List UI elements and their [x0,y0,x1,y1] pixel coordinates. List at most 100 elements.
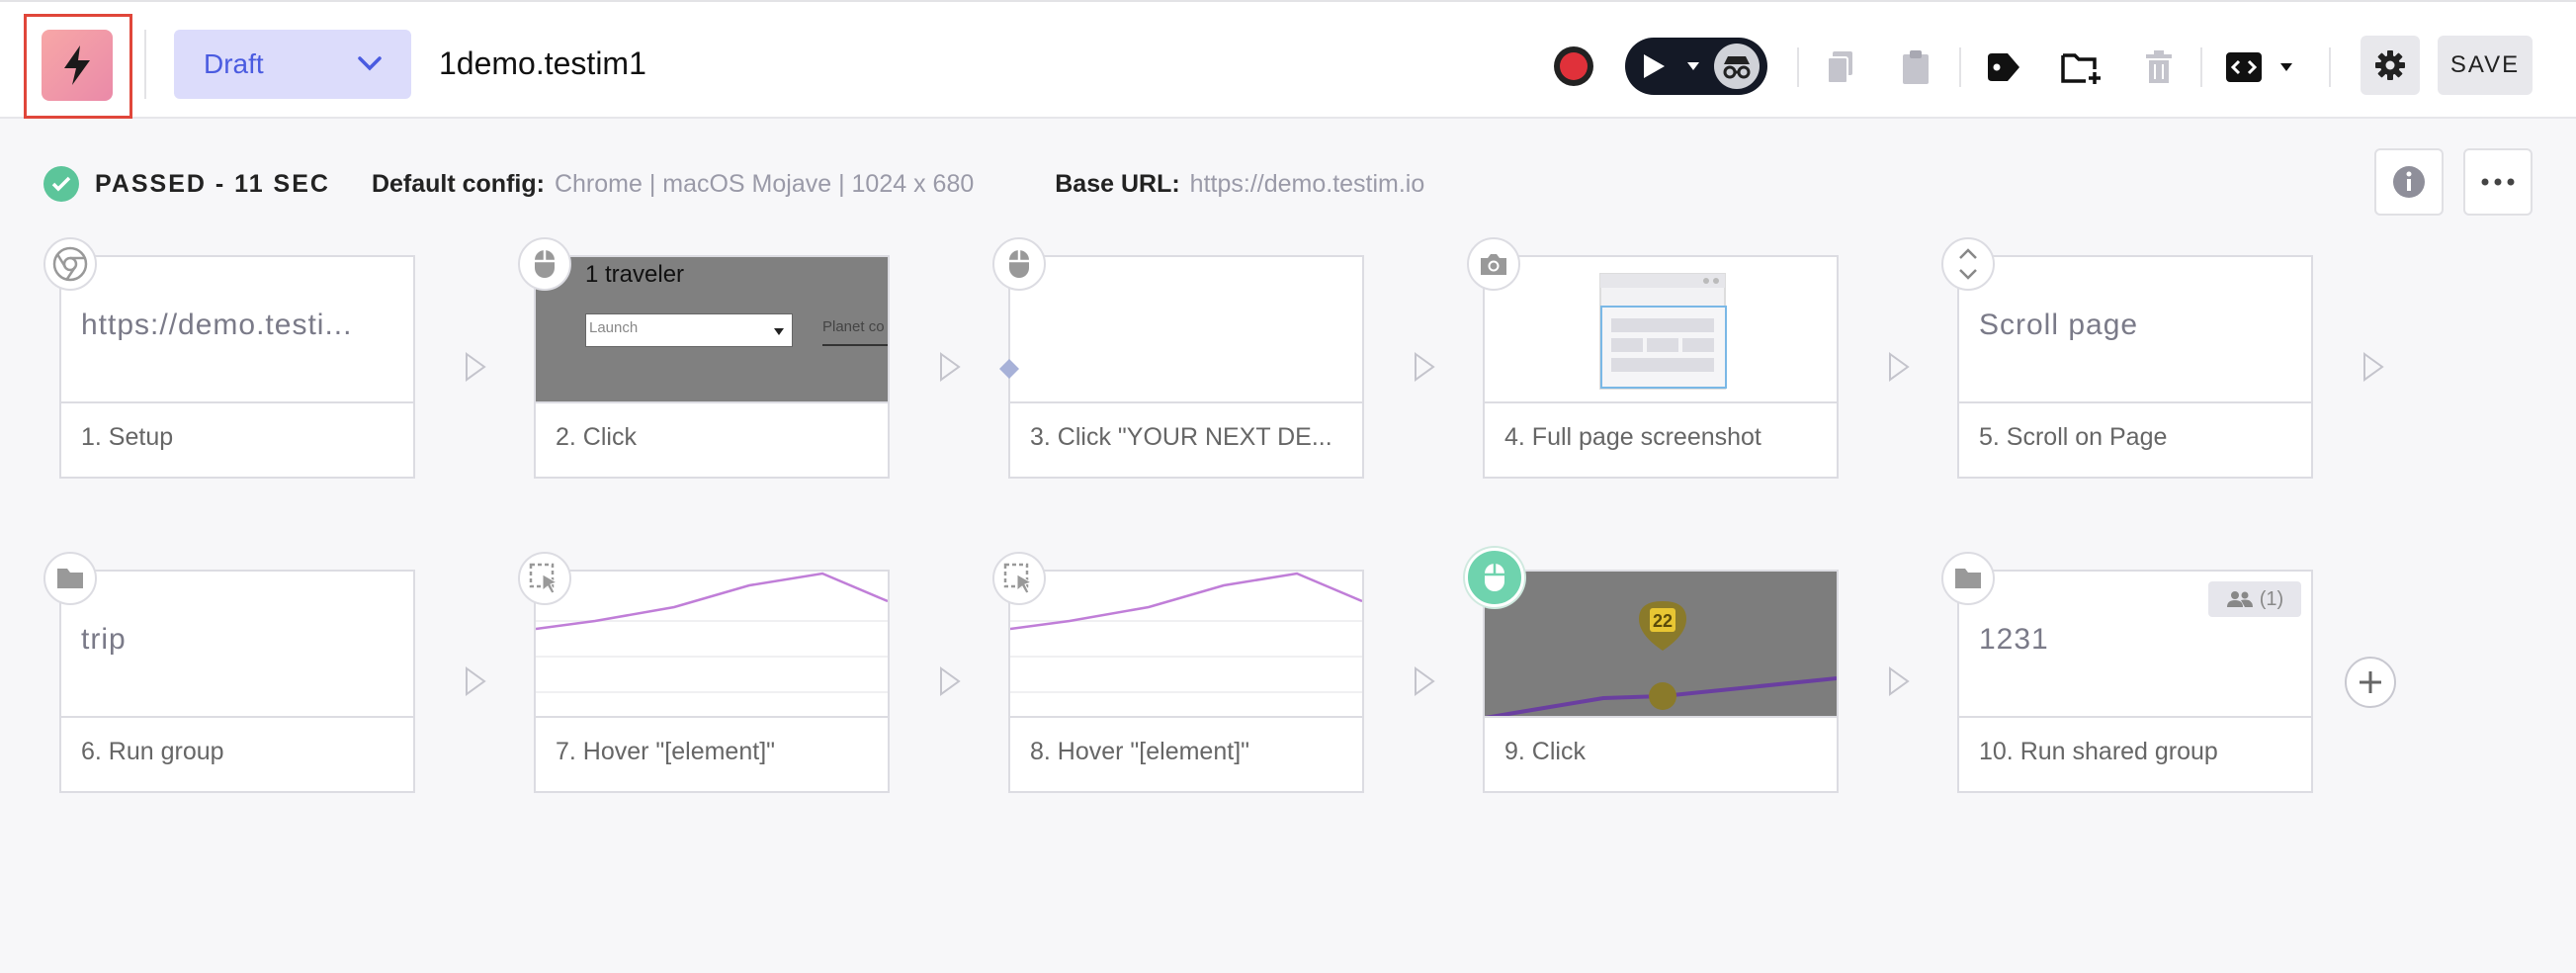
step-card[interactable]: 4. Full page screenshot [1483,255,1839,479]
preview-dropdown: Launch [585,313,793,347]
incognito-run-button[interactable] [1714,44,1760,89]
divider [1797,47,1799,87]
top-toolbar: Draft 1demo.testim1 SAVE [0,0,2576,119]
base-url-label: Base URL: [1055,169,1180,198]
folder-icon [1941,552,1995,605]
divider [2329,47,2331,87]
tag-button[interactable] [1980,44,2027,91]
hover-icon [518,552,571,605]
more-options-button[interactable] [2463,148,2533,216]
folder-plus-icon [2061,53,2101,84]
mouse-icon [992,237,1046,291]
incognito-icon [1723,56,1751,79]
record-dot-icon [1560,52,1588,80]
paste-button[interactable] [1892,44,1939,91]
run-result[interactable]: PASSED - 11 SEC [95,170,330,199]
chrome-icon [43,237,97,291]
step-label: 2. Click [556,423,637,451]
step-arrow-icon [466,352,486,382]
step-card[interactable]: 7. Hover "[element]" [534,570,890,793]
more-horizontal-icon [2481,178,2515,186]
mouse-icon [1465,548,1524,607]
caret-down-icon [2280,63,2292,71]
testim-logo[interactable] [42,30,113,101]
step-card[interactable]: 1 traveler Launch Planet co 2. Click [534,255,890,479]
step-preview-text: Scroll page [1979,309,2139,341]
trash-icon [2146,50,2172,83]
step-preview [1485,257,1837,403]
preview-badge-text: 22 [1653,611,1674,631]
mouse-icon [518,237,571,291]
step-arrow-icon [940,352,961,382]
step-label: 8. Hover "[element]" [1030,738,1250,765]
play-icon[interactable] [1641,52,1667,80]
divider [1959,47,1961,87]
camera-icon [1467,237,1520,291]
hover-line-preview [536,572,888,693]
caret-down-icon[interactable] [1686,61,1700,71]
step-arrow-icon [1889,666,1910,696]
step-preview: 1231 (1) [1959,572,2311,718]
step-preview [1010,257,1362,403]
record-button[interactable] [1554,46,1593,86]
step-preview-text: trip [81,623,127,656]
step-label: 7. Hover "[element]" [556,738,776,765]
branch-label: Draft [204,48,264,79]
step-card[interactable]: trip 6. Run group [59,570,415,793]
gear-icon [2375,50,2405,80]
check-circle-icon [43,166,79,202]
code-export-caret[interactable] [2275,44,2297,91]
step-card[interactable]: 3. Click "YOUR NEXT DE... [1008,255,1364,479]
scroll-icon [1941,237,1995,291]
code-export-button[interactable] [2222,44,2266,91]
info-button[interactable] [2374,148,2444,216]
click-target-preview [1485,601,1837,716]
step-label: 1. Setup [81,423,174,451]
step-arrow-icon [1415,352,1435,382]
step-label: 10. Run shared group [1979,738,2218,765]
step-label: 6. Run group [81,738,224,765]
step-arrow-icon [1415,666,1435,696]
shared-count: (1) [2259,587,2284,610]
lightning-icon [64,45,90,85]
test-name[interactable]: 1demo.testim1 [439,45,646,82]
branch-dropdown[interactable]: Draft [174,30,411,99]
step-preview-text: 1231 [1979,623,2049,656]
breakpoint-diamond-icon[interactable] [998,358,1020,380]
screenshot-thumbnail-icon [1599,273,1727,390]
delete-button[interactable] [2135,44,2183,91]
step-card[interactable]: 1231 (1) 10. Run shared group [1957,570,2313,793]
step-arrow-icon [940,666,961,696]
step-card[interactable]: 22 9. Click [1483,570,1839,793]
add-step-button[interactable] [2345,657,2396,708]
step-card[interactable]: Scroll page 5. Scroll on Page [1957,255,2313,479]
config-value[interactable]: Chrome | macOS Mojave | 1024 x 680 [555,170,974,199]
tag-icon [1988,53,2019,81]
copy-icon [1827,51,1852,84]
step-preview [536,572,888,718]
step-preview-text: 1 traveler [585,261,685,288]
step-card[interactable]: 8. Hover "[element]" [1008,570,1364,793]
copy-button[interactable] [1817,44,1864,91]
step-arrow-icon [466,666,486,696]
chevron-down-icon [358,56,382,71]
step-label: 4. Full page screenshot [1504,423,1761,451]
settings-button[interactable] [2361,36,2420,95]
hover-icon [992,552,1046,605]
step-preview: 22 [1485,572,1837,718]
step-preview: 1 traveler Launch Planet co [536,257,888,403]
step-arrow-icon [1889,352,1910,382]
step-card[interactable]: https://demo.testi... 1. Setup [59,255,415,479]
step-label: 9. Click [1504,738,1586,765]
step-preview: Scroll page [1959,257,2311,403]
step-preview-text: https://demo.testi... [81,309,353,341]
add-to-folder-button[interactable] [2058,44,2105,91]
step-preview: trip [61,572,413,718]
divider [2200,47,2202,87]
step-arrow-icon [2363,352,2384,382]
save-button[interactable]: SAVE [2438,36,2533,95]
step-label: 3. Click "YOUR NEXT DE... [1030,423,1332,451]
base-url-value[interactable]: https://demo.testim.io [1190,170,1425,199]
clipboard-icon [1903,50,1929,84]
step-preview [1010,572,1362,718]
